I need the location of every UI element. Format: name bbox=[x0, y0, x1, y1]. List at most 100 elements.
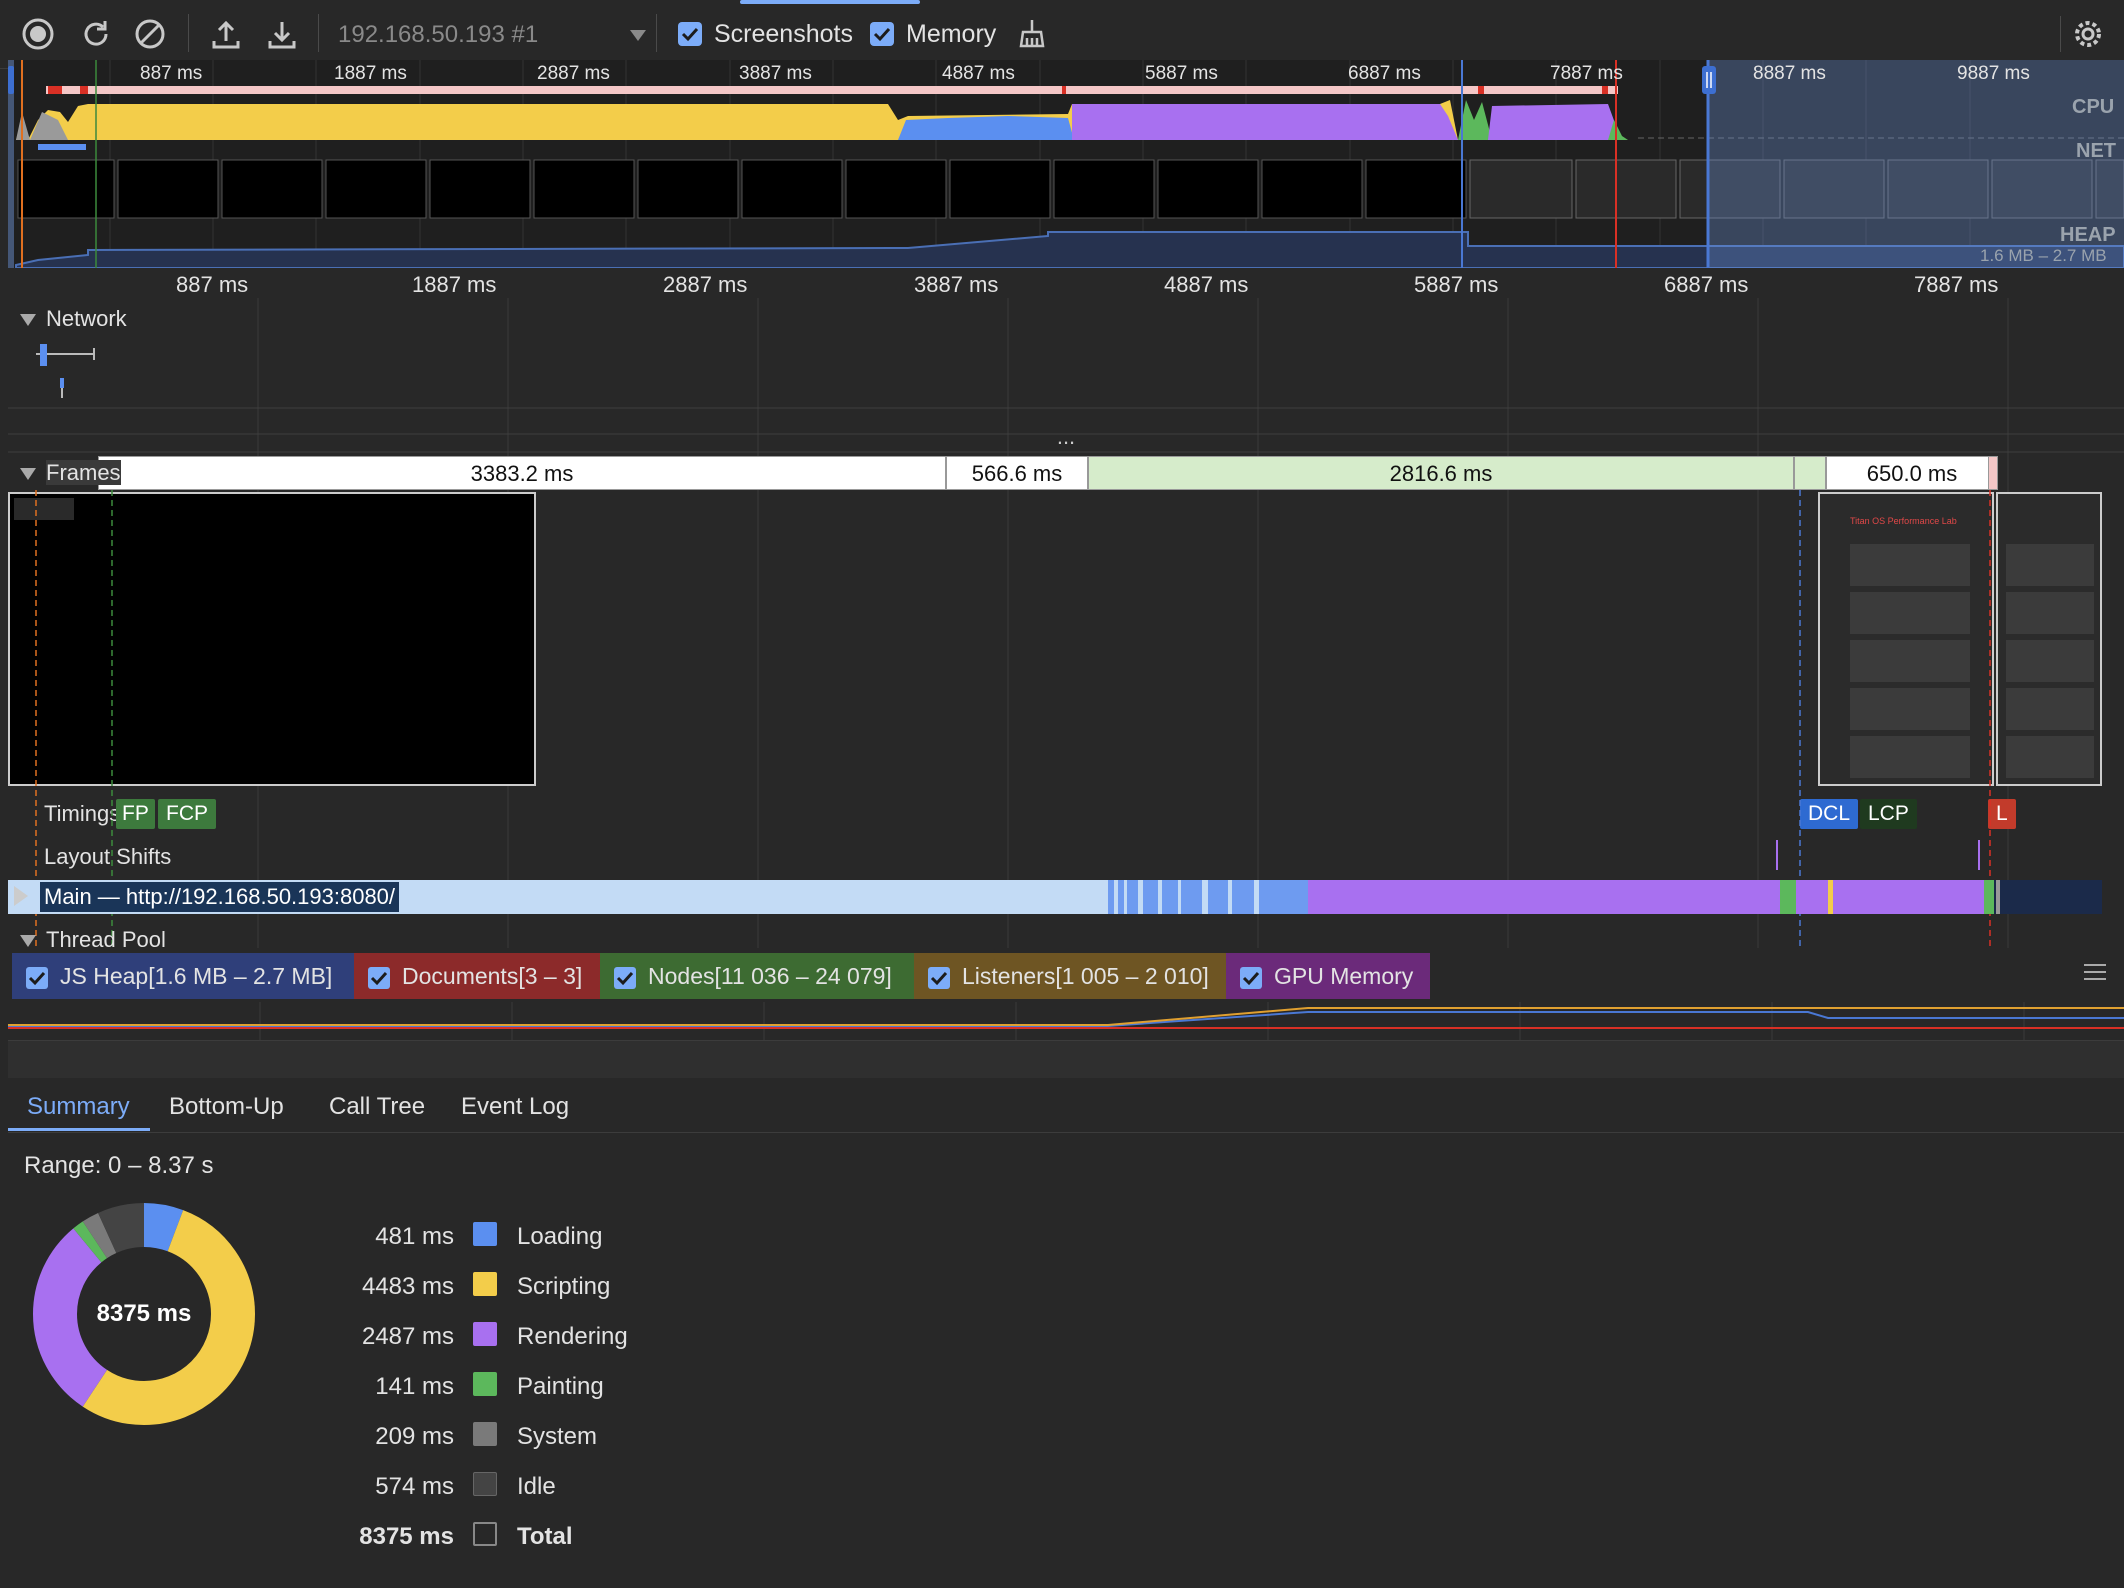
expand-triangle-icon[interactable] bbox=[14, 886, 28, 906]
checkmark-icon bbox=[28, 971, 46, 986]
target-select[interactable]: 192.168.50.193 #1 bbox=[338, 18, 648, 52]
screenshots-checkbox[interactable] bbox=[678, 22, 702, 46]
ruler-tick: 6887 ms bbox=[1664, 272, 1749, 297]
frame-bar[interactable]: 3383.2 ms bbox=[98, 456, 946, 490]
total-swatch bbox=[473, 1522, 497, 1546]
checkmark-icon bbox=[873, 27, 891, 42]
nodes-label: Nodes[11 036 – 24 079] bbox=[648, 963, 892, 989]
screenshots-label: Screenshots bbox=[714, 20, 853, 48]
collapse-triangle-icon bbox=[20, 314, 36, 327]
frame-bar[interactable]: 650.0 ms bbox=[1826, 456, 1998, 490]
overview-tick: 7887 ms bbox=[1550, 63, 1623, 84]
tab-summary[interactable]: Summary bbox=[27, 1093, 130, 1121]
summary-label: Total bbox=[517, 1523, 573, 1550]
summary-value: 209 ms bbox=[375, 1423, 454, 1450]
summary-value: 2487 ms bbox=[361, 1323, 454, 1350]
overview-tick: 9887 ms bbox=[1957, 63, 2030, 84]
rendering-swatch bbox=[473, 1322, 497, 1346]
frames-track-header[interactable]: Frames bbox=[20, 460, 121, 486]
layout-shift-mark[interactable] bbox=[1776, 840, 1778, 870]
checkmark-icon bbox=[681, 27, 699, 42]
listeners-counter[interactable]: Listeners[1 005 – 2 010] bbox=[914, 953, 1226, 999]
network-track-label: Network bbox=[46, 306, 127, 331]
memory-checkbox[interactable] bbox=[870, 22, 894, 46]
documents-counter[interactable]: Documents[3 – 3] bbox=[354, 953, 600, 999]
active-tab-underline bbox=[8, 1128, 150, 1131]
active-tab-indicator bbox=[740, 0, 920, 4]
overview-tick: 2887 ms bbox=[537, 63, 610, 84]
record-icon bbox=[22, 18, 54, 50]
summary-label: Rendering bbox=[517, 1323, 628, 1350]
net-label: NET bbox=[2076, 140, 2116, 162]
frames-track-label: Frames bbox=[46, 460, 121, 485]
clear-icon bbox=[135, 19, 165, 49]
reload-record-button[interactable] bbox=[74, 12, 118, 56]
frame-bar[interactable]: 2816.6 ms bbox=[1088, 456, 1794, 490]
checkmark-icon bbox=[370, 971, 388, 986]
clear-button[interactable] bbox=[128, 12, 172, 56]
summary-range: Range: 0 – 8.37 s bbox=[24, 1152, 214, 1179]
checkbox[interactable] bbox=[1240, 966, 1262, 989]
layout-shift-mark[interactable] bbox=[1978, 840, 1980, 870]
overview-tick: 887 ms bbox=[140, 63, 203, 84]
timeline-overview[interactable]: 887 ms 1887 ms 2887 ms 3887 ms 4887 ms 5… bbox=[8, 60, 2124, 268]
menu-icon[interactable] bbox=[2084, 964, 2106, 980]
collapse-triangle-icon bbox=[20, 468, 36, 481]
scripting-swatch bbox=[473, 1272, 497, 1296]
checkbox[interactable] bbox=[26, 966, 48, 989]
checkbox[interactable] bbox=[368, 966, 390, 989]
target-select-value: 192.168.50.193 #1 bbox=[338, 21, 539, 48]
checkmark-icon bbox=[1242, 971, 1260, 986]
checkmark-icon bbox=[616, 971, 634, 986]
summary-value: 8375 ms bbox=[359, 1523, 454, 1550]
tab-event-log[interactable]: Event Log bbox=[461, 1093, 569, 1121]
tab-bottom-up[interactable]: Bottom-Up bbox=[169, 1093, 284, 1121]
summary-value: 4483 ms bbox=[361, 1273, 454, 1300]
frame-bar[interactable] bbox=[1794, 456, 1826, 490]
load-profile-button[interactable] bbox=[204, 12, 248, 56]
summary-total-center: 8375 ms bbox=[96, 1300, 192, 1327]
network-requests bbox=[36, 344, 95, 398]
frame-bar[interactable]: 566.6 ms bbox=[946, 456, 1088, 490]
resize-handle[interactable]: ... bbox=[8, 426, 2124, 450]
gear-icon bbox=[2075, 21, 2101, 47]
cpu-label: CPU bbox=[2072, 96, 2115, 118]
nodes-counter[interactable]: Nodes[11 036 – 24 079] bbox=[600, 953, 914, 999]
record-button[interactable] bbox=[16, 12, 60, 56]
main-thread-label: Main — http://192.168.50.193:8080/ bbox=[40, 882, 400, 912]
overview-tick: 3887 ms bbox=[739, 63, 812, 84]
js-heap-label: JS Heap[1.6 MB – 2.7 MB] bbox=[60, 963, 333, 989]
upload-icon bbox=[212, 20, 240, 49]
overview-tick: 4887 ms bbox=[942, 63, 1015, 84]
summary-label: Loading bbox=[517, 1223, 603, 1250]
summary-label: System bbox=[517, 1423, 598, 1450]
summary-value: 481 ms bbox=[375, 1223, 454, 1250]
collapse-triangle-icon bbox=[20, 935, 36, 948]
summary-label: Painting bbox=[517, 1373, 604, 1400]
system-swatch bbox=[473, 1422, 497, 1446]
tab-call-tree[interactable]: Call Tree bbox=[329, 1093, 425, 1121]
reload-icon bbox=[84, 21, 108, 46]
settings-button[interactable] bbox=[2066, 12, 2110, 56]
download-icon bbox=[268, 22, 296, 49]
heap-range: 1.6 MB – 2.7 MB bbox=[1980, 246, 2107, 265]
memory-label: Memory bbox=[906, 20, 997, 48]
checkmark-icon bbox=[930, 971, 948, 986]
ruler-tick: 887 ms bbox=[176, 272, 249, 297]
thread-pool-label: Thread Pool bbox=[46, 927, 166, 952]
ruler-tick: 2887 ms bbox=[663, 272, 748, 297]
ruler-tick: 4887 ms bbox=[1164, 272, 1249, 297]
save-profile-button[interactable] bbox=[260, 12, 304, 56]
network-track-header[interactable]: Network bbox=[20, 306, 127, 332]
listeners-label: Listeners[1 005 – 2 010] bbox=[962, 963, 1209, 989]
checkbox[interactable] bbox=[614, 966, 636, 989]
splitter[interactable] bbox=[8, 1040, 2124, 1079]
gpu-memory-counter[interactable]: GPU Memory bbox=[1226, 953, 1430, 999]
collect-garbage-button[interactable] bbox=[1010, 12, 1054, 56]
gpu-memory-label: GPU Memory bbox=[1274, 963, 1414, 989]
ruler-tick: 1887 ms bbox=[412, 272, 497, 297]
overview-graph bbox=[8, 60, 2124, 268]
frame-bar[interactable] bbox=[1988, 456, 1998, 490]
js-heap-counter[interactable]: JS Heap[1.6 MB – 2.7 MB] bbox=[12, 953, 354, 999]
checkbox[interactable] bbox=[928, 966, 950, 989]
